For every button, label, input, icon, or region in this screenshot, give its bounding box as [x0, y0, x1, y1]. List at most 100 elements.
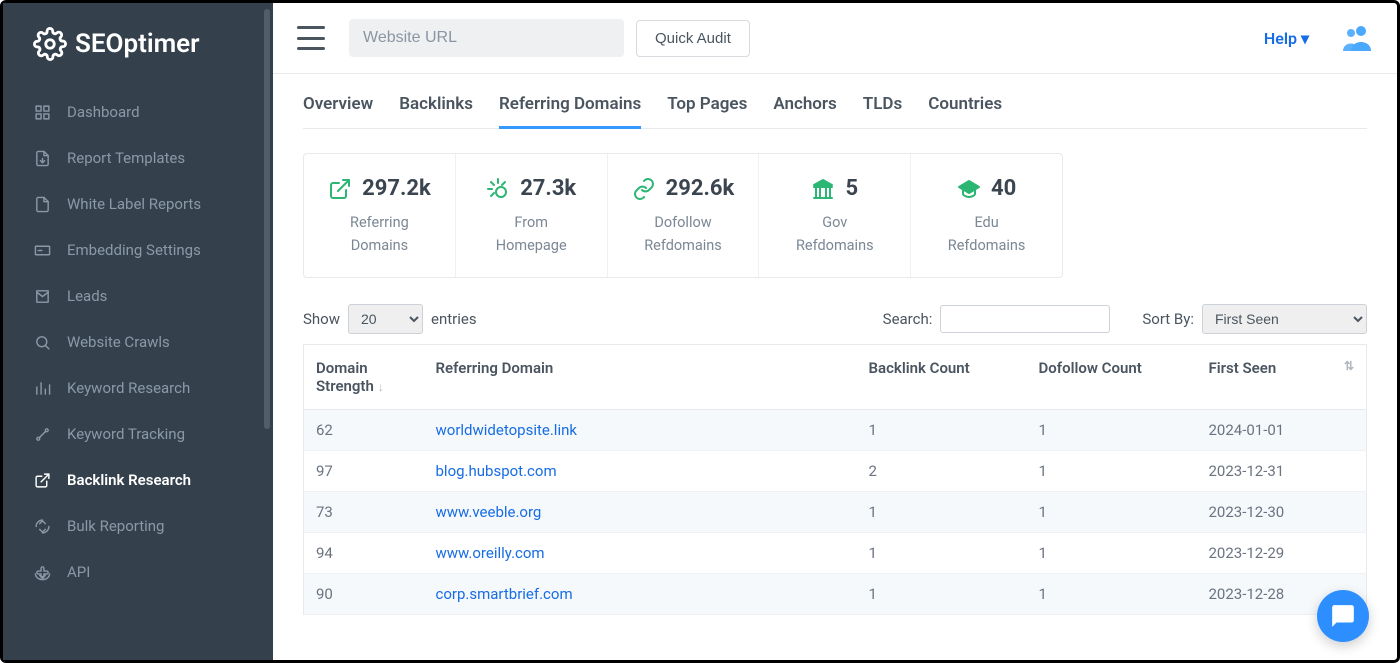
- whitelabel-icon: [33, 195, 51, 213]
- sidebar-item-leads[interactable]: Leads: [3, 273, 273, 319]
- stat-value: 292.6k: [666, 176, 735, 201]
- sidebar-item-embedding[interactable]: Embedding Settings: [3, 227, 273, 273]
- quick-audit-button[interactable]: Quick Audit: [636, 20, 750, 57]
- stats-row: 297.2kReferringDomains27.3kFromHomepage2…: [303, 153, 1063, 278]
- referring-domain-link[interactable]: blog.hubspot.com: [436, 462, 557, 480]
- cell-strength: 73: [304, 492, 424, 533]
- cell-dofollow: 1: [1027, 492, 1197, 533]
- cell-backlinks: 1: [857, 533, 1027, 574]
- stat-label: DofollowRefdomains: [618, 211, 749, 257]
- sidebar-item-label: Embedding Settings: [67, 241, 201, 259]
- table-row: 62 worldwidetopsite.link 1 1 2024-01-01: [304, 410, 1367, 451]
- table-controls: Show 20 entries Search: Sort By: First S…: [303, 304, 1367, 334]
- sidebar-item-label: White Label Reports: [67, 195, 201, 213]
- stat-link: 292.6k DofollowRefdomains: [608, 154, 760, 277]
- sidebar-item-label: API: [67, 563, 90, 581]
- cell-backlinks: 1: [857, 492, 1027, 533]
- sidebar-item-bulk[interactable]: Bulk Reporting: [3, 503, 273, 549]
- chat-widget-button[interactable]: [1317, 590, 1369, 642]
- tab-referring-domains[interactable]: Referring Domains: [499, 88, 641, 128]
- col-header-strength[interactable]: Domain Strength↓: [304, 345, 424, 410]
- sidebar-item-api[interactable]: API: [3, 549, 273, 595]
- sidebar-nav: DashboardReport Templates White Label Rep…: [3, 81, 273, 595]
- entries-select[interactable]: 20: [348, 304, 423, 334]
- help-dropdown[interactable]: Help ▾: [1264, 29, 1309, 48]
- tabs-row: Overview Backlinks Referring Domains Top Pa…: [303, 88, 1367, 129]
- sidebar-item-whitelabel[interactable]: White Label Reports: [3, 181, 273, 227]
- tab-anchors[interactable]: Anchors: [773, 88, 836, 128]
- cell-backlinks: 1: [857, 410, 1027, 451]
- table-search-input[interactable]: [940, 305, 1110, 333]
- col-header-first-seen[interactable]: First Seen⇅: [1197, 345, 1367, 410]
- sort-select[interactable]: First Seen: [1202, 304, 1367, 334]
- content-area: Overview Backlinks Referring Domains Top Pa…: [273, 74, 1397, 660]
- embedding-icon: [33, 241, 51, 259]
- referring-domain-link[interactable]: corp.smartbrief.com: [436, 585, 573, 603]
- tab-overview[interactable]: Overview: [303, 88, 373, 128]
- keyword-icon: [33, 379, 51, 397]
- external-icon: [328, 177, 352, 201]
- tab-top-pages[interactable]: Top Pages: [667, 88, 747, 128]
- table-row: 73 www.veeble.org 1 1 2023-12-30: [304, 492, 1367, 533]
- sidebar-item-keyword[interactable]: Keyword Research: [3, 365, 273, 411]
- cell-first-seen: 2023-12-29: [1197, 533, 1367, 574]
- cell-strength: 90: [304, 574, 424, 615]
- referring-domain-link[interactable]: www.veeble.org: [436, 503, 542, 521]
- chat-icon: [1330, 603, 1356, 629]
- col-header-backlinks[interactable]: Backlink Count: [857, 345, 1027, 410]
- sidebar-item-backlink[interactable]: Backlink Research: [3, 457, 273, 503]
- sort-arrow-icon: ↓: [378, 380, 384, 394]
- edu-icon: [957, 177, 981, 201]
- url-input[interactable]: [349, 19, 624, 57]
- tab-tlds[interactable]: TLDs: [863, 88, 902, 128]
- dashboard-icon: [33, 103, 51, 121]
- menu-toggle-button[interactable]: [297, 26, 325, 50]
- cell-dofollow: 1: [1027, 574, 1197, 615]
- gear-icon: [33, 27, 67, 61]
- col-header-dofollow[interactable]: Dofollow Count: [1027, 345, 1197, 410]
- sidebar-item-tracking[interactable]: Keyword Tracking: [3, 411, 273, 457]
- stat-external: 297.2kReferringDomains: [304, 154, 456, 277]
- sidebar: SEOptimer DashboardReport Templates White…: [3, 3, 273, 660]
- sidebar-item-label: Bulk Reporting: [67, 517, 164, 535]
- leads-icon: [33, 287, 51, 305]
- cell-backlinks: 2: [857, 451, 1027, 492]
- gov-icon: [811, 177, 835, 201]
- cell-strength: 94: [304, 533, 424, 574]
- api-icon: [33, 563, 51, 581]
- table-row: 94 www.oreilly.com 1 1 2023-12-29: [304, 533, 1367, 574]
- tracking-icon: [33, 425, 51, 443]
- brand-logo: SEOptimer: [3, 3, 273, 81]
- stat-label: FromHomepage: [466, 211, 597, 257]
- chevron-down-icon: ▾: [1301, 29, 1309, 48]
- tab-backlinks[interactable]: Backlinks: [399, 88, 473, 128]
- referring-domain-link[interactable]: www.oreilly.com: [436, 544, 545, 562]
- referring-domain-link[interactable]: worldwidetopsite.link: [436, 421, 577, 439]
- tab-countries[interactable]: Countries: [928, 88, 1002, 128]
- topbar: Quick Audit Help ▾: [273, 3, 1397, 74]
- stat-label: ReferringDomains: [314, 211, 445, 257]
- templates-icon: [33, 149, 51, 167]
- stat-gov: 5GovRefdomains: [759, 154, 911, 277]
- cell-first-seen: 2024-01-01: [1197, 410, 1367, 451]
- cell-strength: 97: [304, 451, 424, 492]
- cell-first-seen: 2023-12-30: [1197, 492, 1367, 533]
- stat-value: 40: [991, 176, 1016, 201]
- table-row: 97 blog.hubspot.com 2 1 2023-12-31: [304, 451, 1367, 492]
- backlink-icon: [33, 471, 51, 489]
- sidebar-item-label: Leads: [67, 287, 107, 305]
- sidebar-item-dashboard[interactable]: Dashboard: [3, 89, 273, 135]
- sidebar-scrollbar[interactable]: [264, 9, 270, 429]
- cell-first-seen: 2023-12-31: [1197, 451, 1367, 492]
- sidebar-item-crawls[interactable]: Website Crawls: [3, 319, 273, 365]
- sidebar-item-label: Keyword Tracking: [67, 425, 185, 443]
- referring-domains-table: Domain Strength↓ Referring Domain Backli…: [303, 344, 1367, 615]
- user-avatar-icon[interactable]: [1341, 25, 1373, 51]
- sidebar-item-templates[interactable]: Report Templates: [3, 135, 273, 181]
- burst-icon: [486, 177, 510, 201]
- show-label: Show: [303, 310, 340, 328]
- main-area: Quick Audit Help ▾ Overview Backlinks Refe…: [273, 3, 1397, 660]
- sort-indicator-icon: ⇅: [1344, 359, 1354, 373]
- col-header-domain[interactable]: Referring Domain: [424, 345, 857, 410]
- table-row: 90 corp.smartbrief.com 1 1 2023-12-28: [304, 574, 1367, 615]
